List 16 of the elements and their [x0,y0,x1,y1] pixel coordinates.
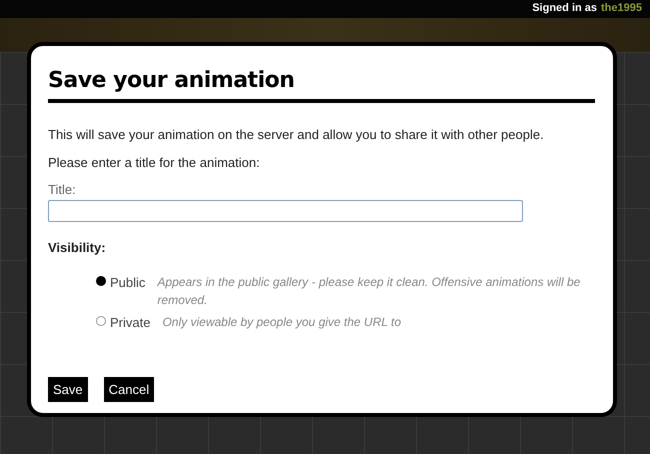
option-label[interactable]: Public [110,273,146,309]
prompt-text: Please enter a title for the animation: [48,154,261,172]
title-field[interactable] [48,200,523,222]
visibility-label: Visibility: [48,238,107,257]
field-label: Title: [48,181,77,199]
username-link[interactable]: the1995 [601,0,642,18]
radio-button[interactable] [96,276,106,286]
option-description: Only viewable by people you give the URL to [162,314,402,331]
signed-in-label: Signed in as [532,1,598,16]
dialog-button[interactable]: Cancel [104,376,154,402]
dialog-title: Save your animation [48,64,595,103]
intro-text: This will save your animation on the server and allow you to share it with other people. [48,126,545,144]
option-label[interactable]: Private [110,313,150,332]
dialog-button[interactable]: Save [48,376,88,402]
option-description: Appears in the public gallery - please keep it clean. Offensive animations will be removed. [157,274,582,309]
radio-button[interactable] [96,316,106,326]
